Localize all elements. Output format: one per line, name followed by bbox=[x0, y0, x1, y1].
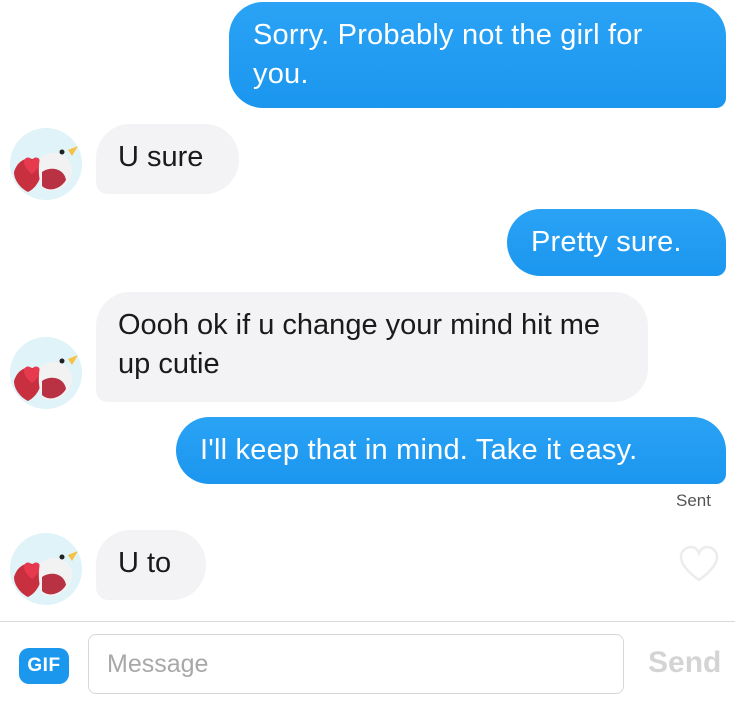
send-button[interactable]: Send bbox=[648, 646, 721, 680]
bird-heart-avatar-icon bbox=[10, 128, 82, 200]
incoming-message-bubble[interactable]: U sure bbox=[96, 124, 239, 194]
outgoing-message-bubble[interactable]: I'll keep that in mind. Take it easy. bbox=[176, 417, 726, 484]
like-heart-icon[interactable] bbox=[677, 544, 721, 584]
incoming-message-bubble[interactable]: U to bbox=[96, 530, 206, 600]
gif-button[interactable]: GIF bbox=[19, 648, 69, 684]
outgoing-message-bubble[interactable]: Sorry. Probably not the girl for you. bbox=[229, 2, 726, 108]
message-input[interactable] bbox=[88, 634, 624, 694]
message-composer: GIF Send bbox=[0, 621, 735, 707]
contact-avatar[interactable] bbox=[10, 128, 82, 200]
bird-heart-avatar-icon bbox=[10, 337, 82, 409]
outgoing-message-bubble[interactable]: Pretty sure. bbox=[507, 209, 726, 276]
chat-screen: Sorry. Probably not the girl for you. U … bbox=[0, 0, 735, 707]
contact-avatar[interactable] bbox=[10, 533, 82, 605]
contact-avatar[interactable] bbox=[10, 337, 82, 409]
bird-heart-avatar-icon bbox=[10, 533, 82, 605]
incoming-message-bubble[interactable]: Oooh ok if u change your mind hit me up … bbox=[96, 292, 648, 402]
sent-status-label: Sent bbox=[676, 491, 711, 510]
